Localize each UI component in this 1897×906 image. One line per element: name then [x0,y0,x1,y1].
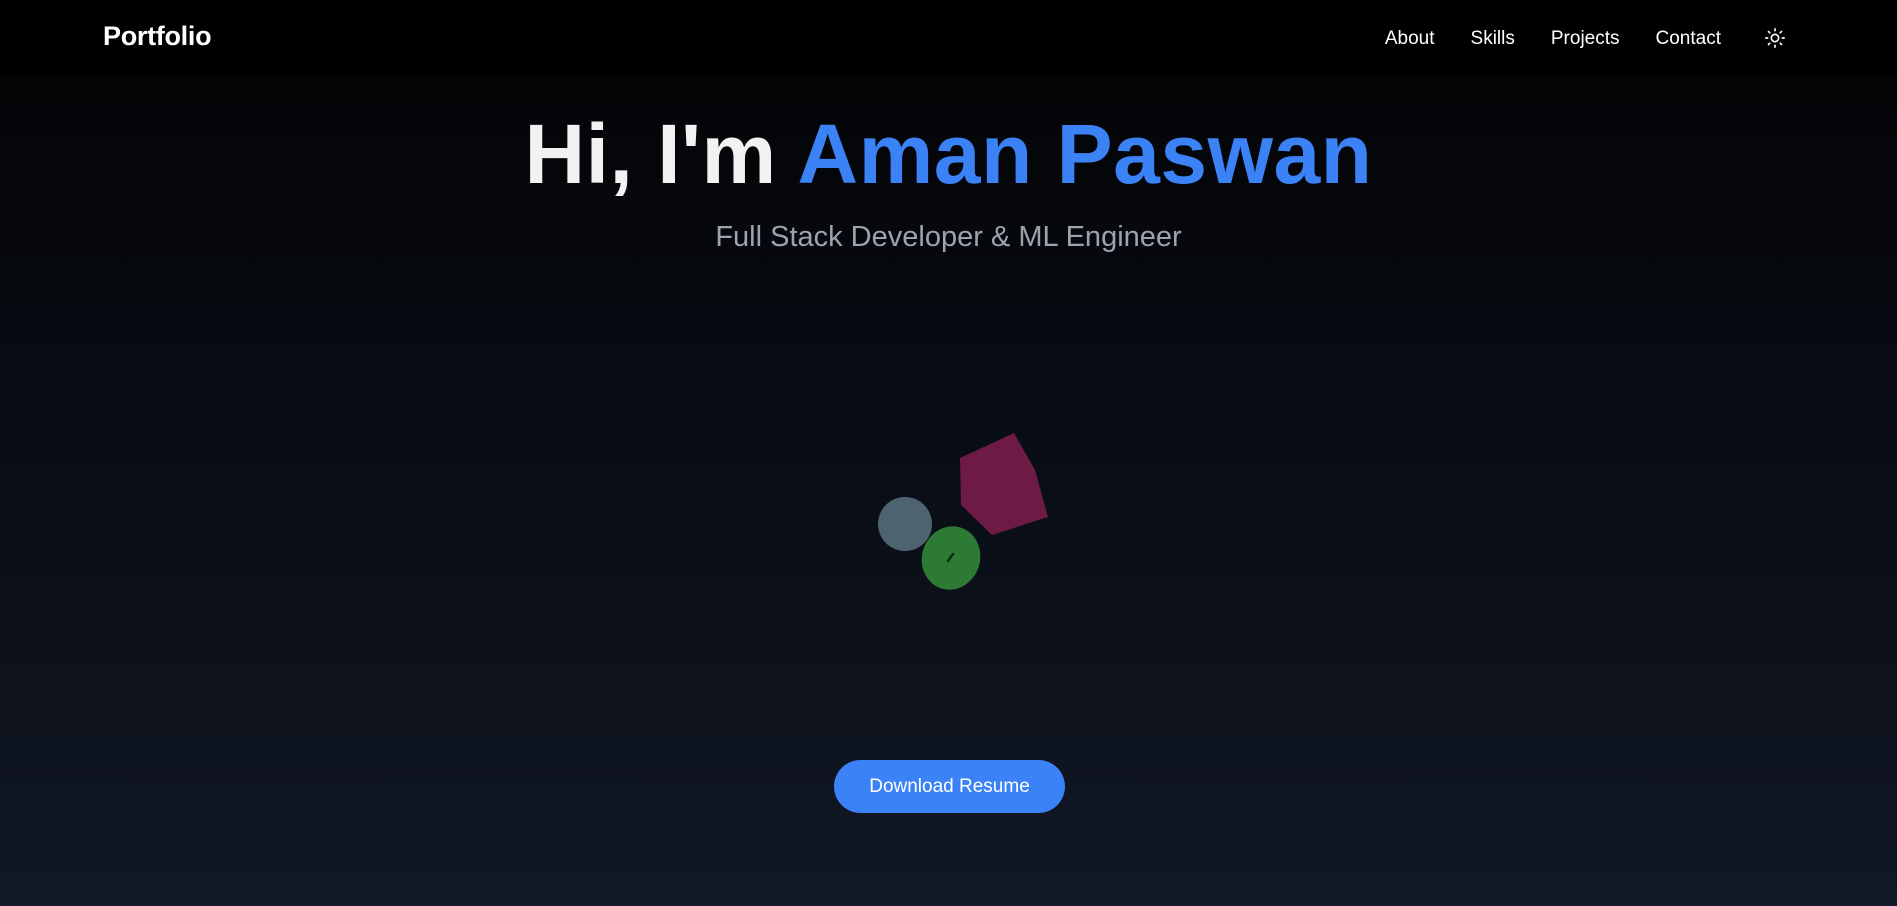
nav-link-contact[interactable]: Contact [1656,27,1721,51]
download-resume-button[interactable]: Download Resume [834,760,1065,813]
navbar: Portfolio About Skills Projects Contact [0,0,1897,76]
hero-subtitle: Full Stack Developer & ML Engineer [715,221,1182,253]
brand-logo[interactable]: Portfolio [103,21,212,52]
nav-links: About Skills Projects Contact [1385,27,1721,51]
theme-toggle-button[interactable] [1764,27,1786,49]
sun-icon [1765,28,1785,48]
hero-name: Aman Paswan [797,107,1373,201]
nav-link-about[interactable]: About [1385,27,1435,51]
hero-title: Hi, I'm Aman Paswan [0,104,1897,204]
nav-link-skills[interactable]: Skills [1471,27,1515,51]
hero-greeting: Hi, I'm [524,107,798,201]
sphere-shape [878,497,932,551]
pentagon-prism-shape [960,433,1048,535]
nav-link-projects[interactable]: Projects [1551,27,1620,51]
3d-scene-canvas[interactable] [860,420,1060,600]
